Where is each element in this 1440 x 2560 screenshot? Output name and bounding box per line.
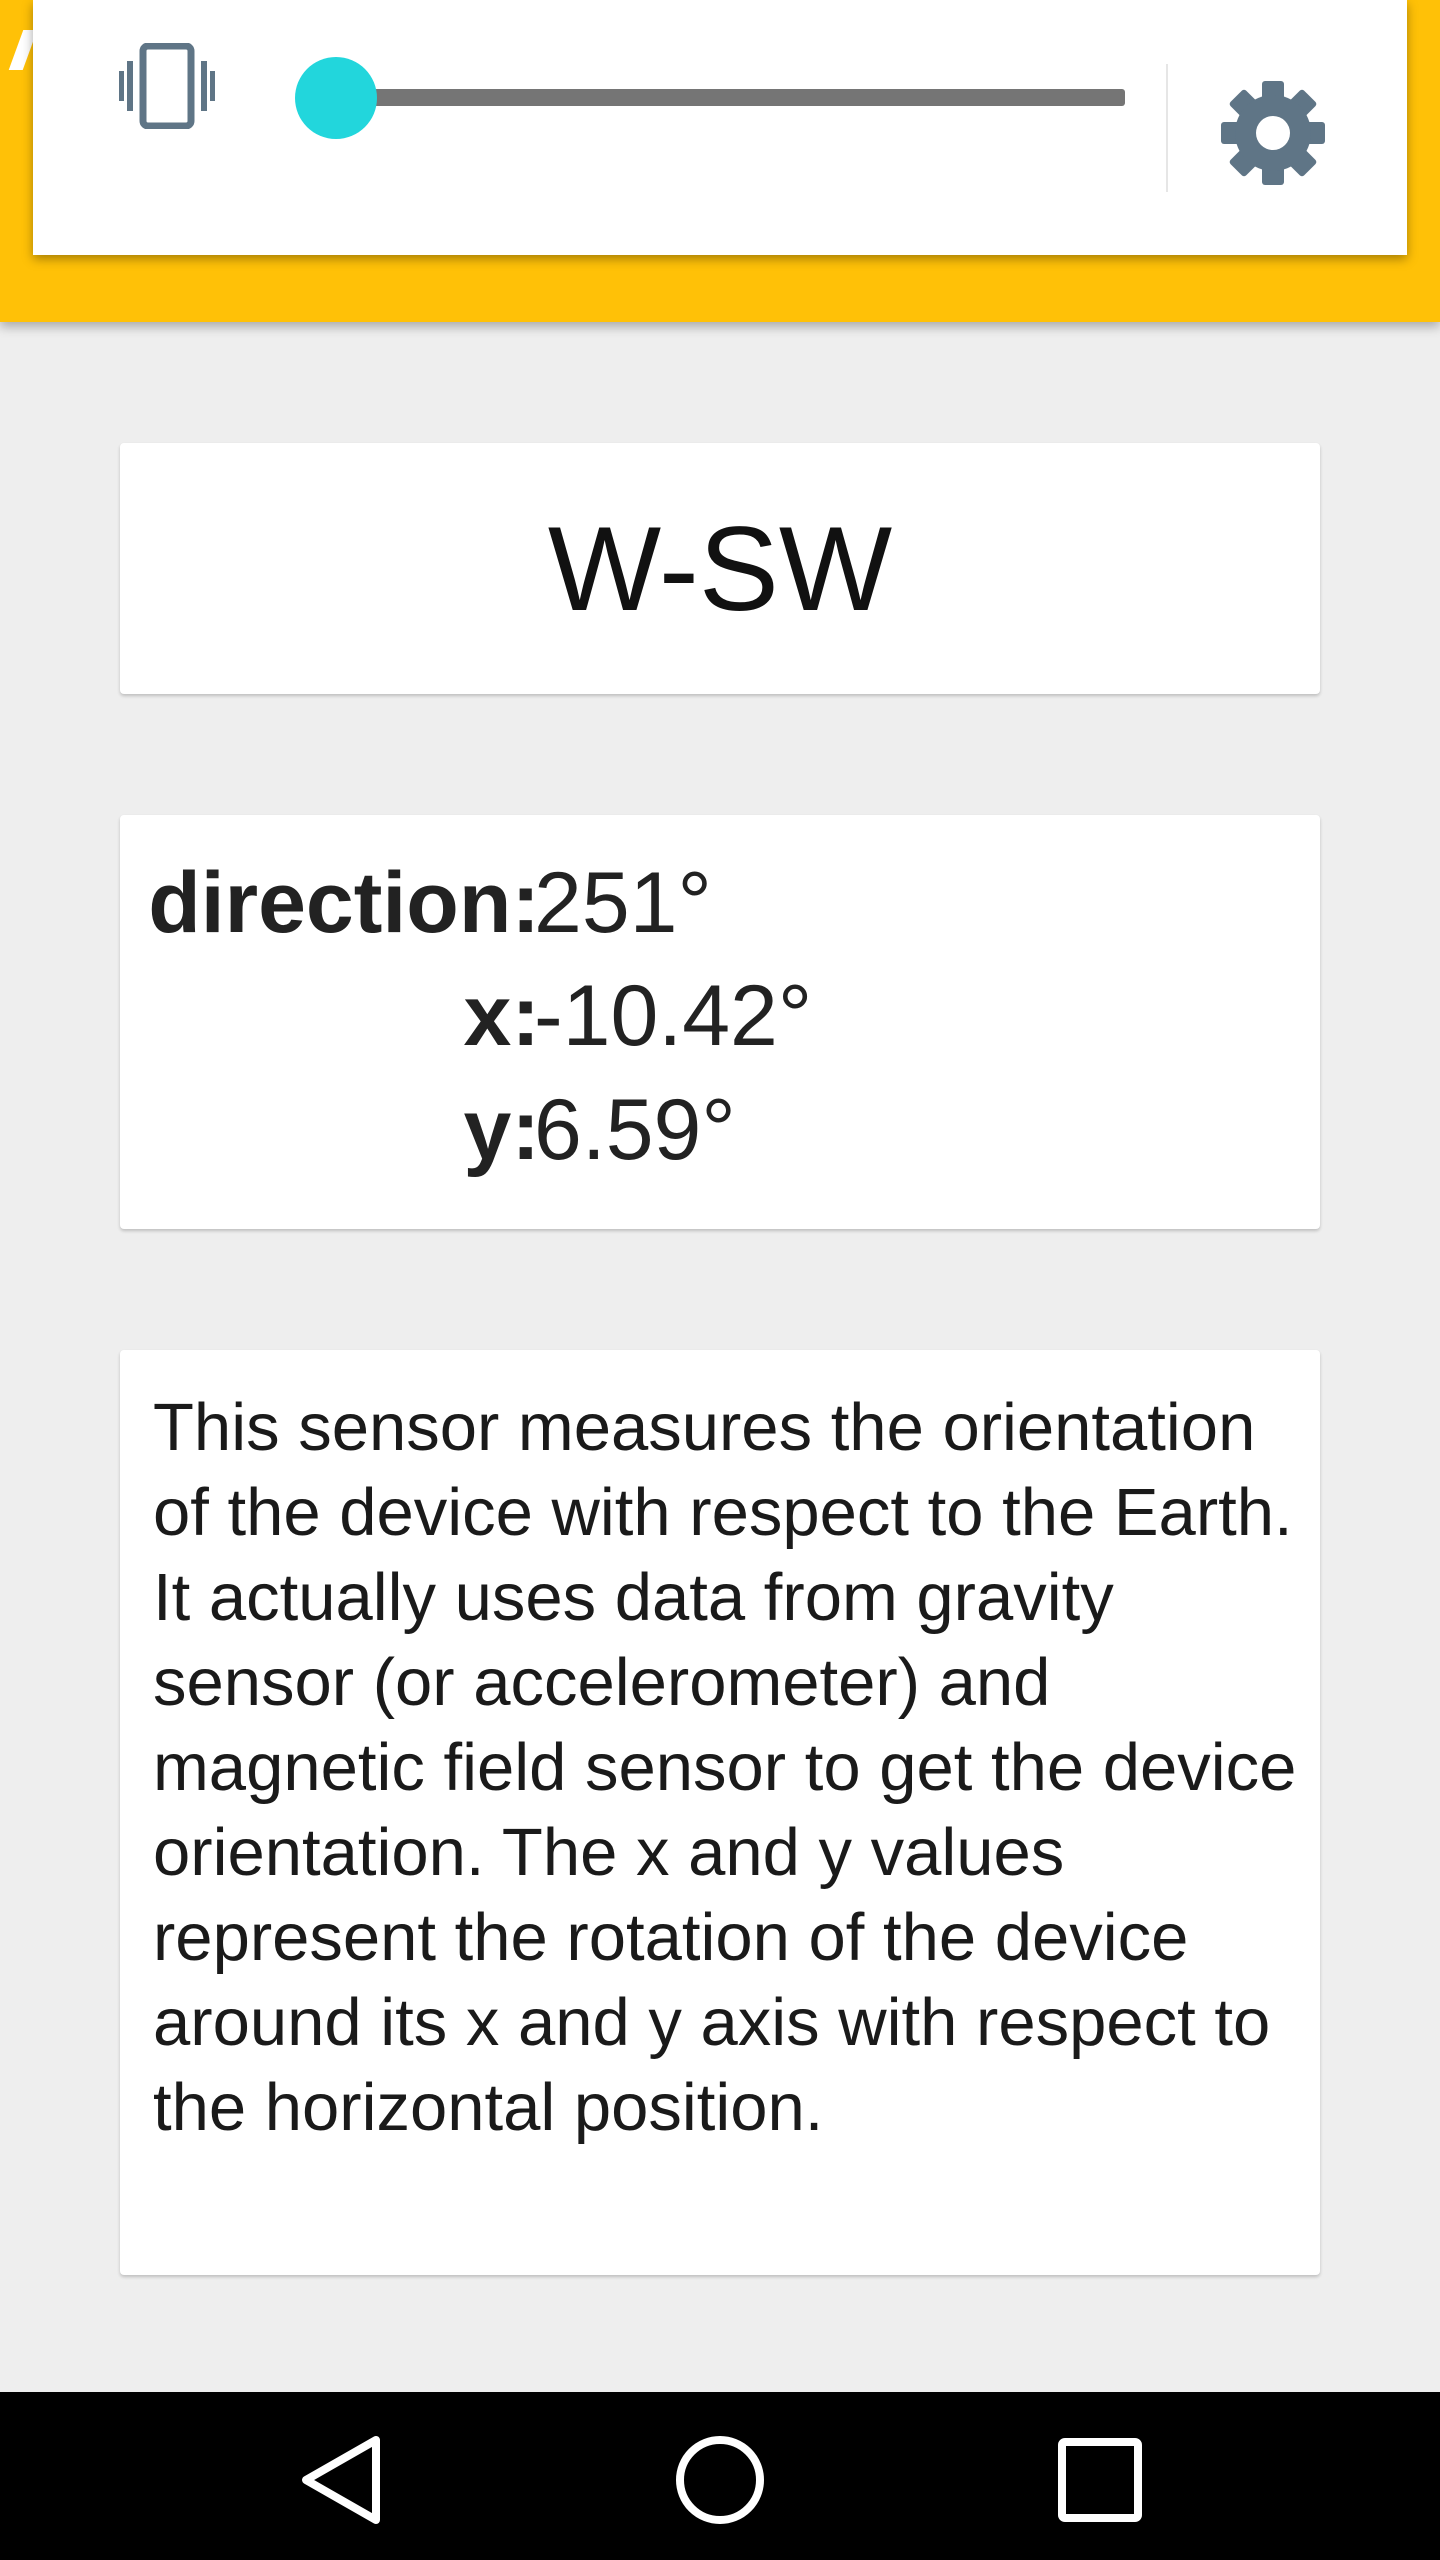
compass-direction-label: W-SW bbox=[547, 501, 893, 636]
x-label: x: bbox=[463, 968, 540, 1064]
back-triangle-icon[interactable] bbox=[290, 2430, 390, 2530]
y-label: y: bbox=[463, 1082, 540, 1178]
compass-direction-card: W-SW bbox=[120, 443, 1320, 694]
direction-row: direction: 251° bbox=[120, 848, 1320, 958]
y-row: y: 6.59° bbox=[120, 1075, 1320, 1185]
x-value: -10.42° bbox=[534, 968, 813, 1064]
y-value: 6.59° bbox=[534, 1082, 736, 1178]
popup-divider bbox=[1166, 64, 1168, 192]
direction-value: 251° bbox=[534, 855, 712, 951]
home-circle-icon[interactable] bbox=[670, 2430, 770, 2530]
sensor-description: This sensor measures the orientation of … bbox=[153, 1390, 1297, 2145]
slider-track[interactable] bbox=[355, 89, 1125, 106]
vibration-popup bbox=[33, 0, 1407, 255]
recents-square-icon[interactable] bbox=[1050, 2430, 1150, 2530]
description-card: This sensor measures the orientation of … bbox=[120, 1350, 1320, 2275]
sensor-values-card: direction: 251° x: -10.42° y: 6.59° bbox=[120, 815, 1320, 1229]
x-row: x: -10.42° bbox=[120, 961, 1320, 1071]
slider-thumb[interactable] bbox=[295, 57, 377, 139]
gear-icon[interactable] bbox=[1218, 78, 1328, 188]
direction-label: direction: bbox=[148, 855, 540, 951]
system-navigation-bar bbox=[0, 2392, 1440, 2560]
vibration-slider[interactable] bbox=[295, 57, 1125, 139]
vibrate-icon[interactable] bbox=[119, 43, 215, 129]
